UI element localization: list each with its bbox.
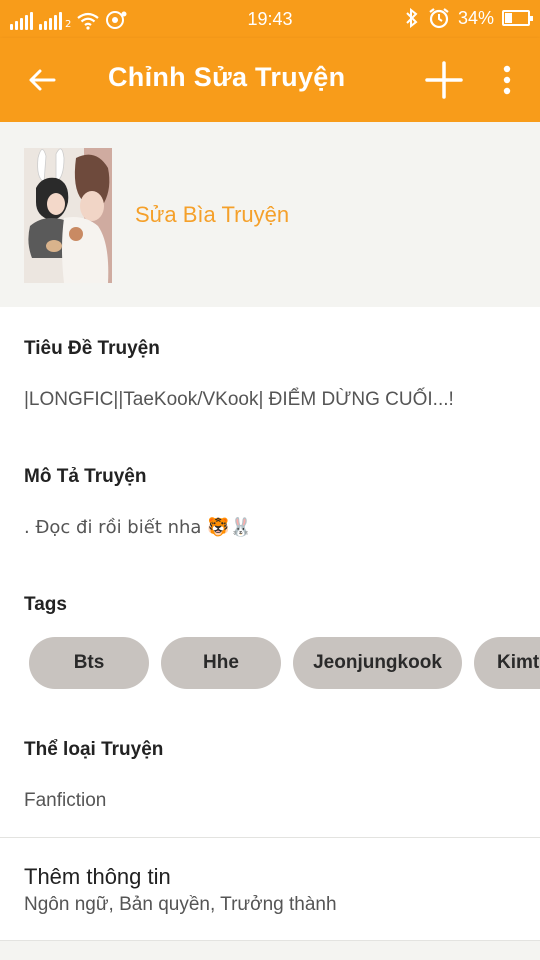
cover-illustration <box>24 148 112 283</box>
alarm-icon <box>429 8 449 29</box>
bluetooth-icon <box>406 8 418 28</box>
story-title-label: Tiêu Đề Truyện <box>24 338 160 359</box>
tags-row[interactable]: Bts Hhe Jeonjungkook Kimt <box>29 637 540 689</box>
tag-chip[interactable]: Kimt <box>474 637 540 689</box>
battery-fill <box>505 13 512 23</box>
battery-icon <box>502 10 533 26</box>
story-title-field[interactable]: |LONGFIC||TaeKook/VKook| ĐIỂM DỪNG CUỐI.… <box>24 389 454 411</box>
bottom-strip <box>0 940 540 960</box>
plus-icon <box>425 61 463 99</box>
category-field[interactable]: Fanfiction <box>24 790 106 812</box>
story-details-form: Tiêu Đề Truyện |LONGFIC||TaeKook/VKook| … <box>0 307 540 940</box>
arrow-left-icon <box>29 69 56 91</box>
story-description-field[interactable]: . Đọc đi rồi biết nha 🐯🐰 <box>24 517 252 539</box>
add-button[interactable] <box>420 58 468 102</box>
more-info-subtitle: Ngôn ngữ, Bản quyền, Trưởng thành <box>24 894 337 915</box>
edit-cover-link[interactable]: Sửa Bìa Truyện <box>135 202 289 228</box>
status-bar-right: 34% <box>404 7 533 29</box>
cover-image[interactable] <box>24 148 112 283</box>
story-description-text: . Đọc đi rồi biết nha 🐯🐰 <box>24 517 252 538</box>
tag-chip[interactable]: Bts <box>29 637 149 689</box>
status-bar: 2 19:43 34% <box>0 0 540 38</box>
more-options-button[interactable] <box>490 58 524 102</box>
category-label: Thể loại Truyện <box>24 739 164 760</box>
more-vertical-icon <box>503 65 511 95</box>
page-title: Chỉnh Sửa Truyện <box>108 62 346 92</box>
story-description-label: Mô Tả Truyện <box>24 466 147 487</box>
battery-percent: 34% <box>457 7 494 28</box>
more-info-title: Thêm thông tin <box>24 864 171 889</box>
tags-label: Tags <box>24 594 67 615</box>
cover-section: Sửa Bìa Truyện <box>0 122 540 307</box>
tag-chip[interactable]: Hhe <box>161 637 281 689</box>
app-bar: Chỉnh Sửa Truyện <box>0 38 540 122</box>
more-info-row[interactable]: Thêm thông tin Ngôn ngữ, Bản quyền, Trưở… <box>0 838 540 940</box>
back-button[interactable] <box>20 58 64 102</box>
tag-chip[interactable]: Jeonjungkook <box>293 637 462 689</box>
